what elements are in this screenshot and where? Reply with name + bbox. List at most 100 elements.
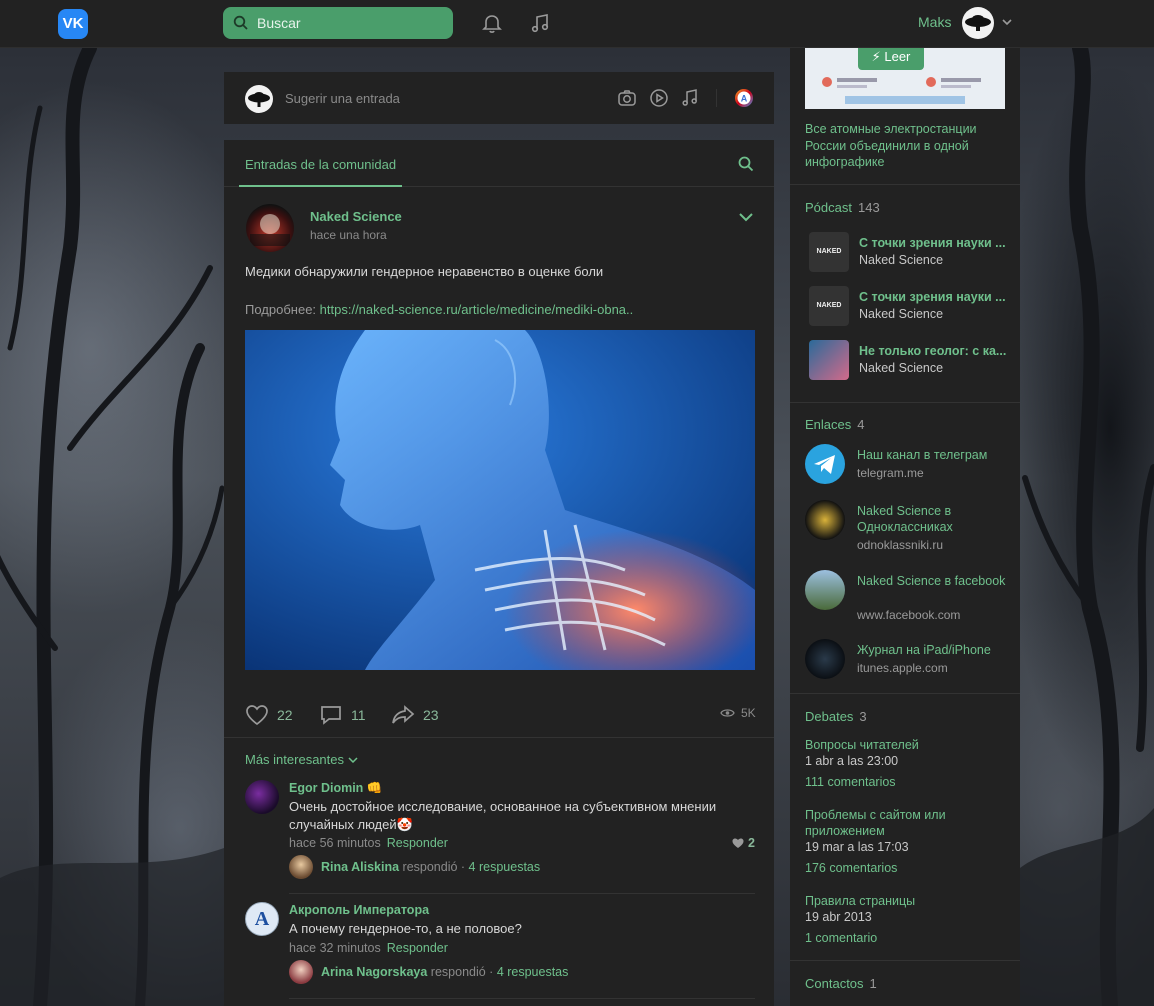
comment-count: 11 (351, 707, 366, 723)
suggest-post-panel[interactable]: Sugerir una entrada A (224, 72, 774, 124)
comment-author-name[interactable]: Egor Diomin 👊 (289, 781, 382, 796)
reply-button[interactable]: Responder (387, 941, 448, 955)
debates-count: 3 (859, 709, 867, 724)
comment-icon (321, 706, 341, 725)
reply-count[interactable]: 4 respuestas (497, 965, 569, 979)
chevron-down-icon[interactable] (738, 210, 754, 224)
reply-button[interactable]: Responder (387, 836, 448, 850)
search-icon (233, 15, 248, 30)
debate-comments[interactable]: 1 comentario (805, 931, 877, 945)
debate-title[interactable]: Вопросы читателей (805, 737, 1005, 753)
debates-header[interactable]: Debates 3 (805, 709, 867, 724)
article-widget[interactable]: ⚡ Leer Все атомные электростанции России… (790, 44, 1020, 185)
podcast-thumbnail[interactable]: NAKED SCIENCE (809, 286, 849, 349)
comment-author-avatar[interactable] (245, 780, 279, 814)
tab-community-posts[interactable]: Entradas de la comunidad (239, 140, 403, 187)
reply-action: respondió (402, 860, 458, 874)
debate-comments[interactable]: 111 comentarios (805, 775, 896, 789)
video-icon[interactable] (649, 88, 669, 108)
podcasts-section: Pódcast 143 NAKED SCIENCE С точки зрения … (790, 185, 1020, 403)
post-actions-bar: 22 11 23 5K (224, 688, 774, 738)
podcast-thumbnail[interactable]: NAKED SCIENCE (809, 232, 849, 295)
feed-column: Sugerir una entrada A Entradas de la com… (224, 48, 774, 1006)
itunes-link-avatar[interactable] (805, 639, 845, 679)
post-image[interactable] (245, 330, 755, 670)
reply-author-name[interactable]: Arina Nagorskaya (321, 965, 427, 979)
post-link-prefix: Подробнее: (245, 302, 320, 317)
music-note-icon[interactable] (680, 88, 700, 108)
link-url: itunes.apple.com (857, 661, 948, 675)
comments-sort-dropdown[interactable]: Más interesantes (245, 752, 358, 767)
odnoklassniki-link-avatar[interactable] (805, 500, 845, 540)
debate-title[interactable]: Правила страницы (805, 893, 1005, 909)
podcast-title[interactable]: Не только геолог: с ка... (859, 344, 1009, 358)
eye-icon (720, 709, 735, 717)
reply-author-name[interactable]: Rina Aliskina (321, 860, 399, 874)
tab-bar: Entradas de la comunidad (224, 140, 774, 187)
podcasts-header[interactable]: Pódcast 143 (805, 200, 880, 215)
like-count: 22 (277, 707, 293, 723)
vk-logo[interactable]: VK (58, 9, 88, 39)
post-time[interactable]: hace una hora (310, 228, 387, 242)
share-button[interactable]: 23 (391, 704, 439, 726)
link-url: odnoklassniki.ru (857, 538, 944, 552)
chevron-down-icon[interactable] (1001, 16, 1013, 28)
community-posts-panel: Entradas de la comunidad Naked Science h… (224, 140, 774, 1006)
link-url: www.facebook.com (857, 608, 961, 622)
link-title[interactable]: Журнал на iPad/iPhone (857, 642, 1007, 658)
music-icon[interactable] (529, 12, 551, 34)
comment-time[interactable]: hace 32 minutos (289, 941, 381, 955)
comment-text-line: Очень достойное исследование, основанное… (289, 799, 717, 814)
comment-time[interactable]: hace 56 minutos (289, 836, 381, 850)
divider (716, 89, 717, 107)
podcast-title[interactable]: С точки зрения науки ... (859, 290, 1009, 304)
link-title[interactable]: Naked Science в facebook (857, 573, 1007, 589)
link-title[interactable]: Наш канал в телеграм (857, 447, 1007, 463)
heart-icon (732, 838, 744, 848)
article-title[interactable]: Все атомные электростанции России объеди… (805, 121, 1005, 171)
search-icon[interactable] (738, 156, 754, 172)
suggest-placeholder[interactable]: Sugerir una entrada (285, 91, 400, 106)
podcast-thumbnail[interactable] (809, 340, 849, 380)
links-section: Enlaces 4 Наш канал в телеграм telegram.m… (790, 403, 1020, 694)
replies-summary[interactable]: Rina Aliskina respondió · 4 respuestas (289, 855, 540, 879)
debate-comments[interactable]: 176 comentarios (805, 861, 897, 875)
article-editor-icon[interactable]: A (734, 88, 754, 108)
search-input[interactable]: Buscar (223, 7, 453, 39)
reply-action: respondió (430, 965, 486, 979)
comment-text: Очень достойное исследование, основанное… (289, 798, 749, 834)
podcast-title[interactable]: С точки зрения науки ... (859, 236, 1009, 250)
debate-title[interactable]: Проблемы с сайтом или приложением (805, 807, 1005, 839)
podcasts-title: Pódcast (805, 200, 852, 215)
debate-date: 1 abr a las 23:00 (805, 754, 899, 768)
share-icon (392, 705, 415, 724)
camera-icon[interactable] (617, 88, 637, 108)
divider (289, 998, 755, 999)
telegram-icon[interactable] (805, 444, 845, 484)
comment-author-text: Egor Diomin (289, 781, 364, 795)
debates-section: Debates 3 Вопросы читателей 1 abr a las 2… (790, 694, 1020, 961)
podcast-author: Naked Science (859, 307, 944, 321)
post-author-avatar[interactable] (246, 204, 294, 252)
bell-icon[interactable] (481, 12, 503, 34)
link-title[interactable]: Naked Science в Одноклассниках (857, 503, 1007, 535)
facebook-link-avatar[interactable] (805, 570, 845, 610)
comment-like-button[interactable]: 2 (732, 836, 755, 850)
contacts-header[interactable]: Contactos 1 (805, 976, 877, 991)
replies-summary[interactable]: Arina Nagorskaya respondió · 4 respuesta… (289, 960, 568, 984)
links-header[interactable]: Enlaces 4 (805, 417, 864, 432)
post-link[interactable]: https://naked-science.ru/article/medicin… (320, 302, 634, 317)
like-button[interactable]: 22 (245, 704, 293, 726)
post-link-row: Подробнее: https://naked-science.ru/arti… (245, 302, 633, 317)
comment-author-avatar[interactable]: A (245, 902, 279, 936)
user-avatar[interactable] (962, 7, 994, 39)
read-button-label: Leer (884, 49, 911, 64)
search-placeholder: Buscar (257, 15, 301, 31)
user-name[interactable]: Maks (918, 14, 951, 30)
reply-count[interactable]: 4 respuestas (469, 860, 541, 874)
podcast-author: Naked Science (859, 361, 944, 375)
comment-button[interactable]: 11 (319, 704, 366, 726)
comment-author-name[interactable]: Акрополь Императора (289, 903, 429, 917)
debates-title: Debates (805, 709, 854, 724)
post-author-name[interactable]: Naked Science (310, 209, 402, 224)
